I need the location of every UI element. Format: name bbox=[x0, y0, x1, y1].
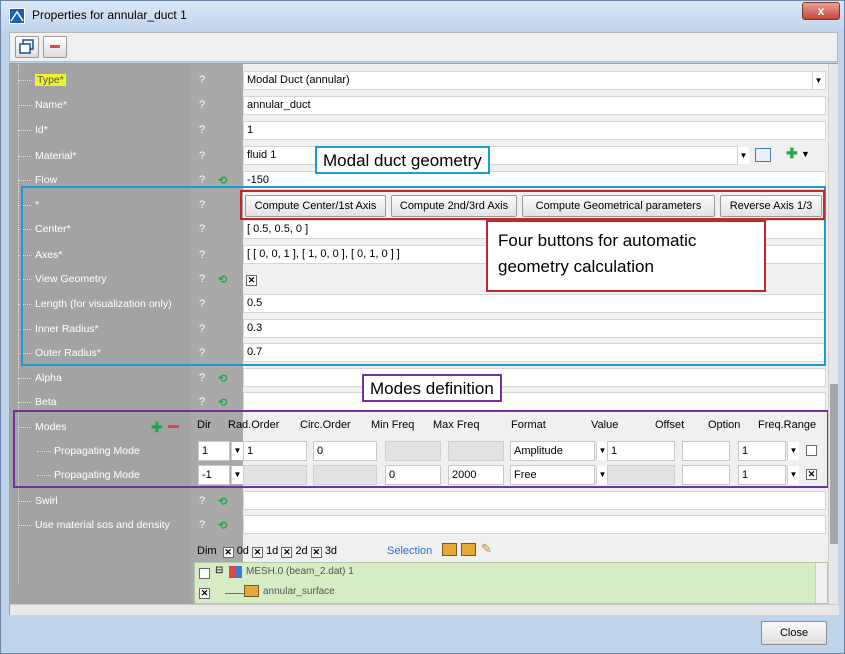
restore-icon bbox=[19, 39, 34, 54]
label-id: Id* bbox=[18, 124, 48, 136]
surface-checkbox[interactable]: ✕ bbox=[199, 588, 210, 599]
link-icon[interactable]: ⟲ bbox=[218, 396, 227, 409]
label-swirl: Swirl bbox=[18, 495, 58, 507]
type-select[interactable]: Modal Duct (annular) bbox=[243, 71, 826, 90]
label-beta: Beta bbox=[18, 396, 57, 408]
chevron-down-icon[interactable]: ▼ bbox=[737, 147, 749, 164]
mesh-checkbox[interactable] bbox=[199, 568, 210, 579]
dim-3d-checkbox[interactable]: ✕ bbox=[310, 547, 322, 558]
close-button[interactable]: Close bbox=[761, 621, 827, 645]
help-icon[interactable]: ? bbox=[199, 74, 205, 86]
add-material-icon[interactable]: ✚ bbox=[786, 145, 798, 162]
help-icon[interactable]: ? bbox=[199, 396, 205, 408]
dim-label: Dim bbox=[197, 545, 217, 557]
type-value: Modal Duct (annular) bbox=[247, 74, 350, 86]
dim-1d-checkbox[interactable]: ✕ bbox=[252, 547, 263, 558]
beta-field[interactable] bbox=[243, 392, 826, 411]
buttons-annotation-label: Four buttons for automatic geometry calcu… bbox=[486, 220, 766, 292]
select-brush-icon[interactable]: ✎ bbox=[481, 541, 492, 557]
label-type: Type* bbox=[18, 74, 66, 86]
label-use-material: Use material sos and density bbox=[18, 519, 170, 531]
collapse-icon[interactable]: ⊟ bbox=[215, 565, 223, 576]
mesh-label[interactable]: MESH.0 (beam_2.dat) 1 bbox=[246, 566, 354, 577]
modes-annotation-label: Modes definition bbox=[362, 374, 502, 402]
properties-window: Properties for annular_duct 1 x Type* Na… bbox=[0, 0, 845, 654]
dim-1d-label: 1d bbox=[266, 545, 279, 557]
name-field[interactable]: annular_duct bbox=[243, 96, 826, 115]
restore-button[interactable] bbox=[15, 36, 39, 58]
link-icon[interactable]: ⟲ bbox=[218, 519, 227, 532]
dim-2d-checkbox[interactable]: ✕ bbox=[281, 547, 293, 558]
select-add-icon[interactable] bbox=[442, 543, 457, 556]
properties-panel: Type* Name* Id* Material* Flow * Center*… bbox=[9, 63, 839, 615]
help-icon[interactable]: ? bbox=[199, 99, 205, 111]
selection-tree: ⊟ MESH.0 (beam_2.dat) 1 ✕ annular_surfac… bbox=[194, 562, 828, 604]
label-material: Material* bbox=[17, 150, 77, 162]
help-icon[interactable]: ? bbox=[199, 372, 205, 384]
tree-scrollbar[interactable] bbox=[815, 563, 827, 603]
window-close-button[interactable]: x bbox=[802, 2, 840, 20]
use-material-field[interactable] bbox=[243, 515, 826, 534]
buttons-annotation-line1: Four buttons for automatic bbox=[498, 231, 697, 250]
minus-icon bbox=[50, 45, 60, 48]
help-icon[interactable]: ? bbox=[199, 519, 205, 531]
dim-0d-label: 0d bbox=[236, 545, 249, 557]
tree-connector bbox=[225, 593, 245, 594]
buttons-annotation-box bbox=[240, 190, 825, 220]
tree-line bbox=[18, 64, 19, 584]
scroll-thumb[interactable] bbox=[830, 384, 838, 544]
alpha-field[interactable] bbox=[243, 368, 826, 387]
label-flow: Flow bbox=[17, 174, 58, 186]
toolbar bbox=[9, 32, 838, 62]
title-bar: Properties for annular_duct 1 x bbox=[1, 1, 844, 30]
buttons-annotation-line2: geometry calculation bbox=[498, 257, 654, 276]
remove-button[interactable] bbox=[43, 36, 67, 58]
link-icon[interactable]: ⟲ bbox=[218, 372, 227, 385]
app-icon bbox=[9, 8, 25, 24]
dim-3d-label: 3d bbox=[324, 545, 338, 557]
modes-annotation-box bbox=[13, 410, 829, 488]
dim-0d-checkbox[interactable]: ✕ bbox=[222, 547, 234, 558]
dim-2d-label: 2d bbox=[295, 545, 308, 557]
help-icon[interactable]: ? bbox=[199, 124, 205, 136]
help-icon[interactable]: ? bbox=[199, 150, 205, 162]
swirl-field[interactable] bbox=[243, 491, 826, 510]
label-name: Name* bbox=[17, 99, 68, 111]
chevron-down-icon[interactable]: ▼ bbox=[801, 149, 810, 159]
help-icon[interactable]: ? bbox=[199, 174, 205, 186]
selection-label: Selection bbox=[387, 545, 433, 557]
mesh-icon bbox=[229, 566, 242, 578]
window-title: Properties for annular_duct 1 bbox=[32, 8, 187, 22]
dim-row: Dim ✕ 0d ✕ 1d ✕ 2d ✕ 3d bbox=[197, 545, 338, 558]
label-alpha: Alpha bbox=[18, 372, 62, 384]
id-field[interactable]: 1 bbox=[243, 121, 826, 140]
help-icon[interactable]: ? bbox=[199, 495, 205, 507]
vertical-scrollbar[interactable] bbox=[828, 64, 838, 604]
geometry-annotation-label: Modal duct geometry bbox=[315, 146, 490, 174]
chevron-down-icon[interactable]: ▼ bbox=[812, 72, 824, 89]
horizontal-scrollbar[interactable] bbox=[10, 604, 839, 615]
link-icon[interactable]: ⟲ bbox=[218, 495, 227, 508]
material-browse-icon[interactable] bbox=[755, 148, 771, 162]
select-remove-icon[interactable] bbox=[461, 543, 476, 556]
surface-label[interactable]: annular_surface bbox=[263, 586, 335, 597]
surface-icon bbox=[244, 585, 259, 597]
